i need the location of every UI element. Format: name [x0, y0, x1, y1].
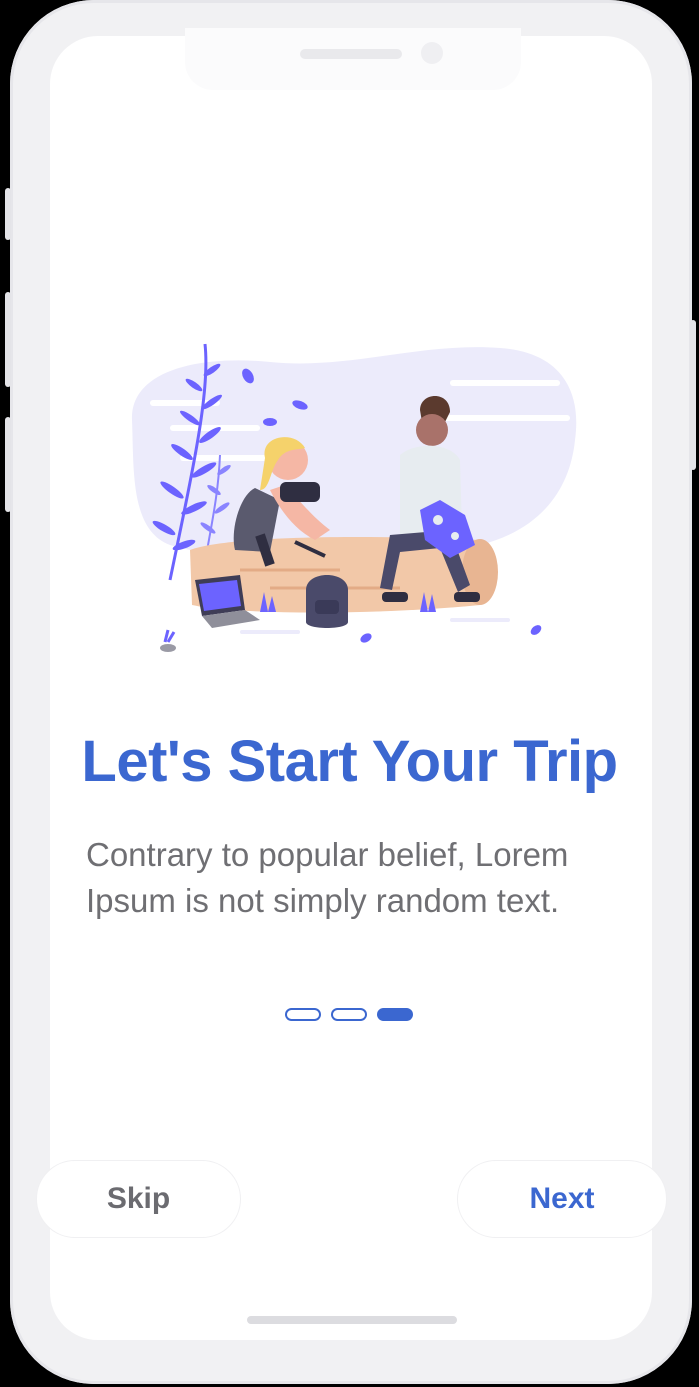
page-dot-3-active[interactable] [377, 1008, 413, 1021]
volume-up-button [5, 292, 11, 387]
page-dot-2[interactable] [331, 1008, 367, 1021]
device-notch [185, 28, 521, 90]
travelers-resting-illustration [131, 343, 577, 652]
power-button [690, 320, 696, 470]
home-indicator [247, 1316, 457, 1324]
skip-button[interactable]: Skip [36, 1160, 241, 1238]
app-screen [50, 36, 652, 1340]
speaker-grille [300, 49, 402, 59]
mute-switch [5, 188, 11, 240]
page-indicator [285, 1008, 413, 1021]
onboarding-description: Contrary to popular belief, Lorem Ipsum … [86, 836, 569, 919]
volume-down-button [5, 417, 11, 512]
page-dot-1[interactable] [285, 1008, 321, 1021]
onboarding-title: Let's Start Your Trip [81, 729, 618, 794]
front-camera [421, 42, 443, 64]
next-button[interactable]: Next [457, 1160, 667, 1238]
